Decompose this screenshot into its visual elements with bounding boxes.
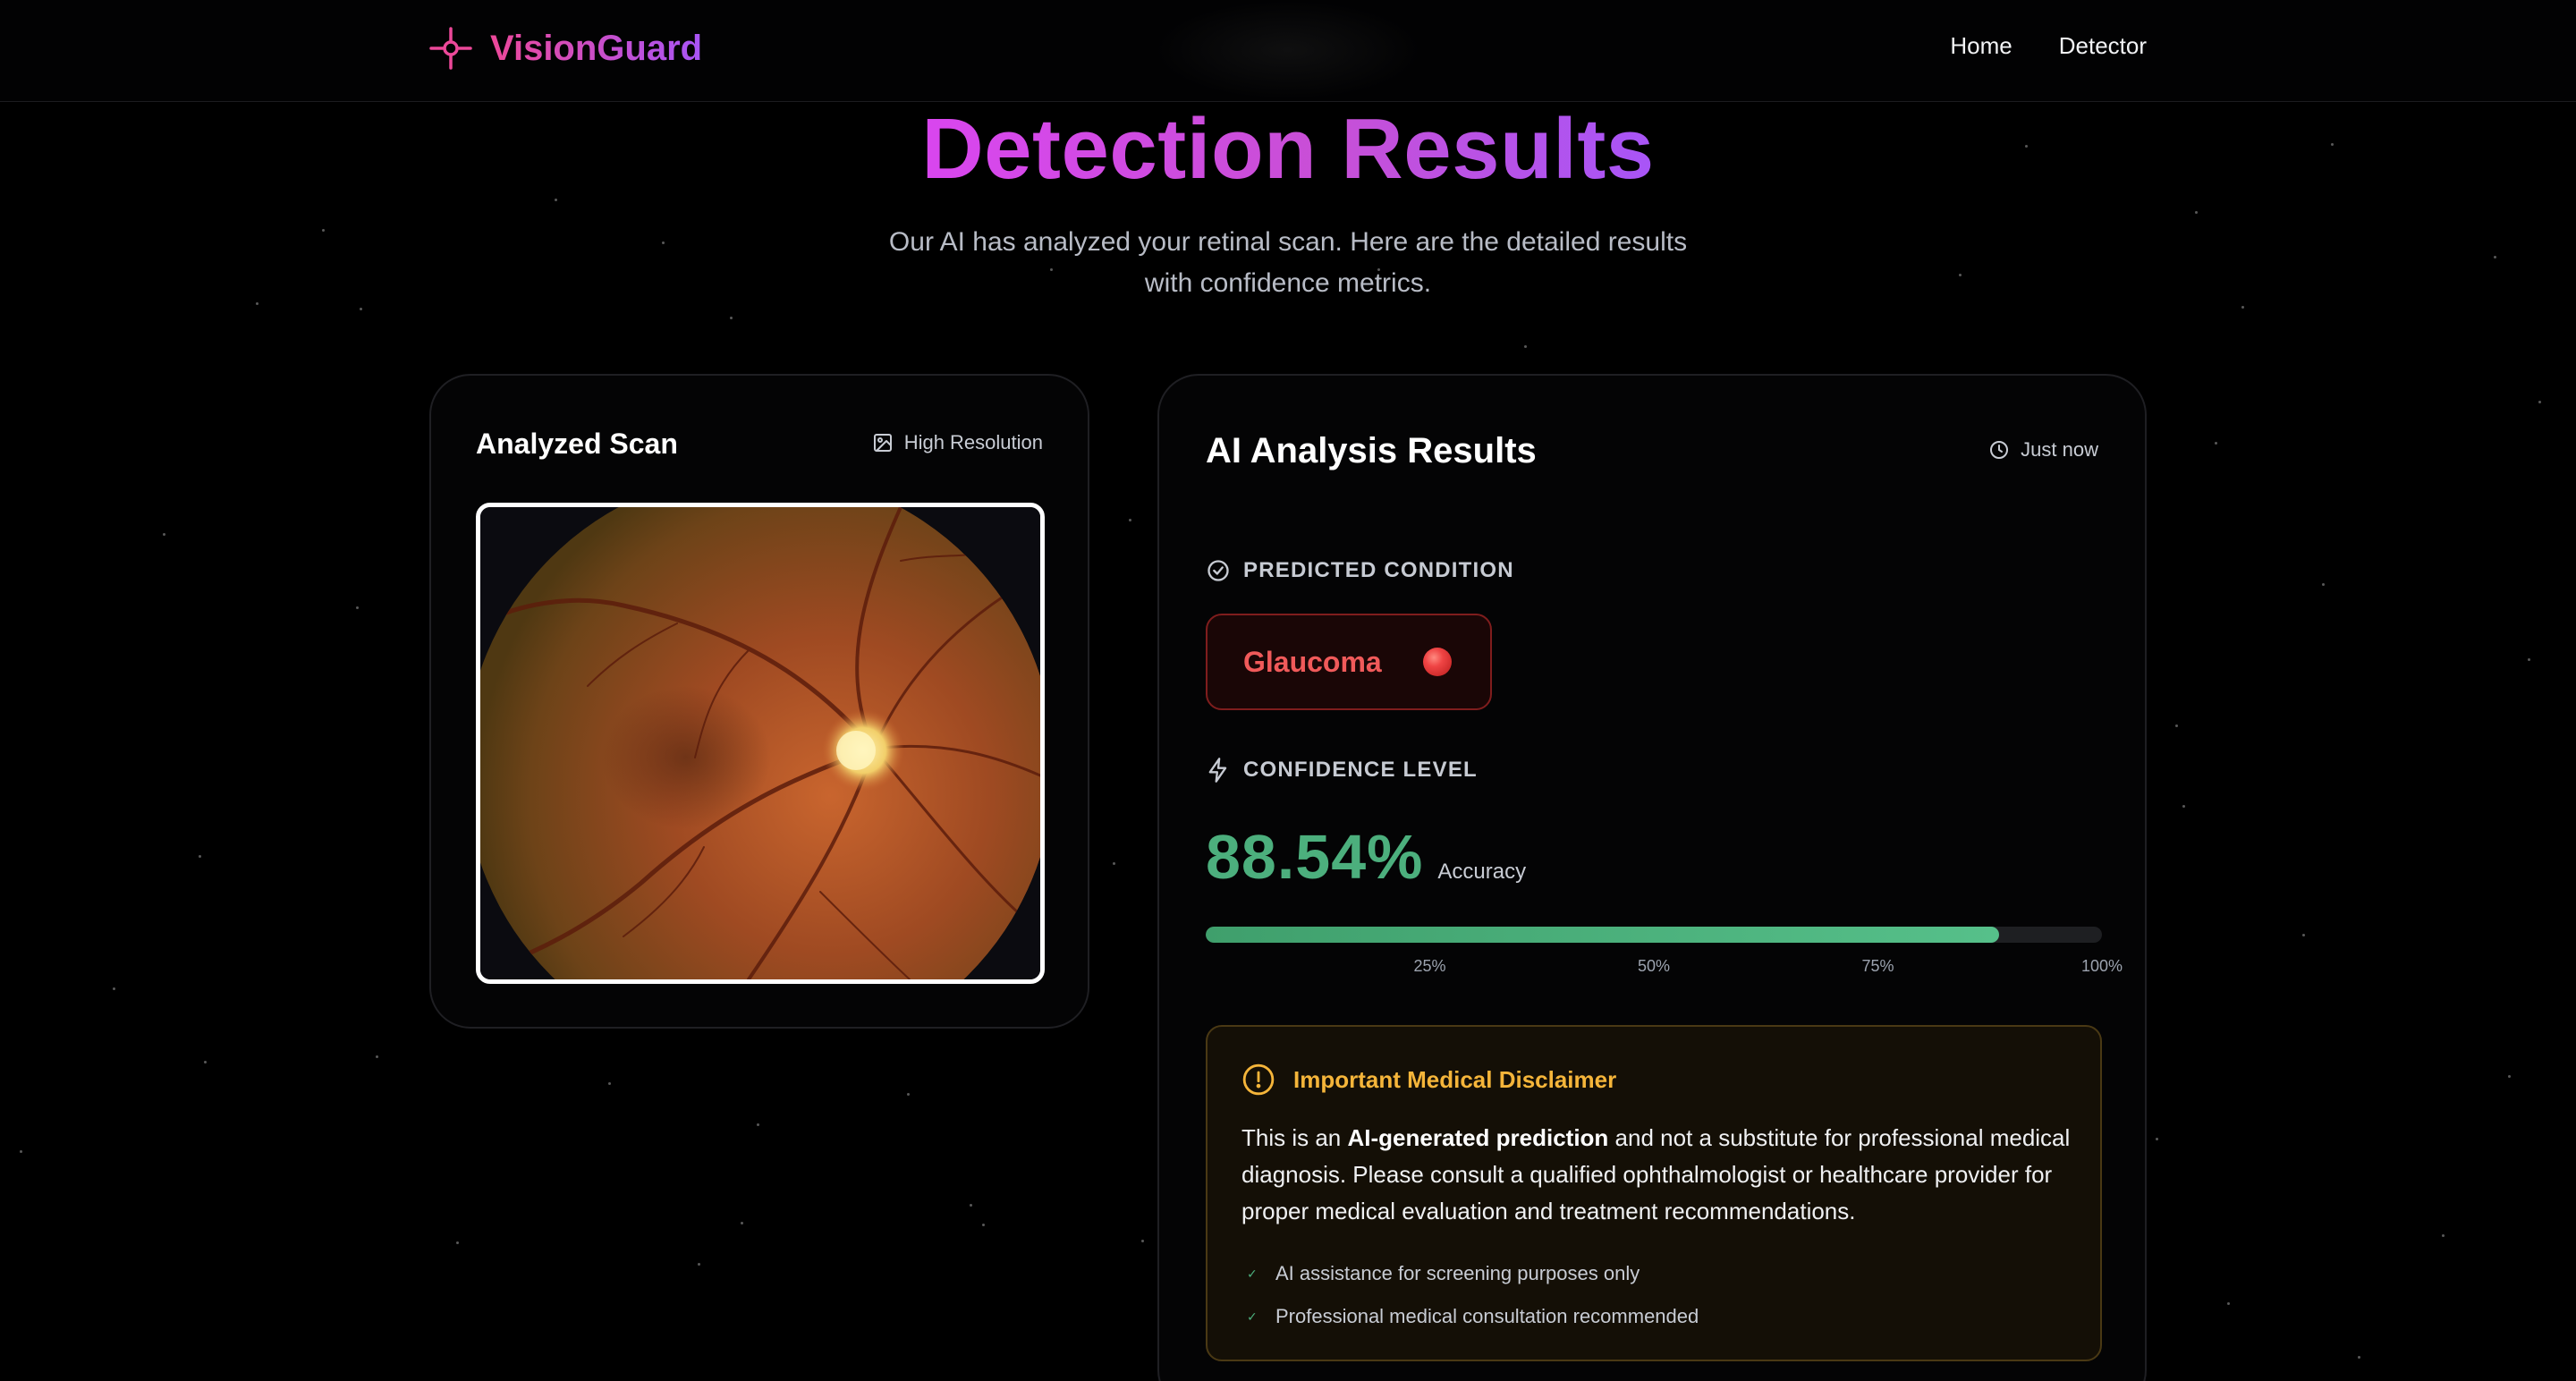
nav-link-detector[interactable]: Detector — [2059, 32, 2147, 60]
alert-circle-icon — [1242, 1063, 1275, 1096]
confidence-progress-bar — [1206, 927, 2102, 943]
retina-scan-image — [476, 503, 1045, 984]
retina-fundus-image — [480, 507, 1040, 979]
page-subtitle-line-1: Our AI has analyzed your retinal scan. H… — [888, 227, 1688, 257]
predicted-condition-label-text: PREDICTED CONDITION — [1243, 558, 1514, 582]
page: VisionGuard Home Detector Detection Resu… — [0, 0, 2576, 1381]
ai-analysis-results-card: AI Analysis Results Just now PREDICTED C… — [1157, 374, 2147, 1381]
timestamp-label: Just now — [2021, 438, 2098, 461]
results-card-title: AI Analysis Results — [1206, 431, 1537, 470]
confidence-value: 88.54% — [1206, 822, 1424, 892]
image-icon — [873, 434, 892, 452]
page-subtitle: Our AI has analyzed your retinal scan. H… — [859, 222, 1717, 304]
list-item: ✓ AI assistance for screening purposes o… — [1247, 1252, 1699, 1295]
analyzed-scan-card: Analyzed Scan High Resolution — [429, 374, 1089, 1029]
confidence-readout: 88.54% Accuracy — [1206, 821, 1526, 893]
condition-name: Glaucoma — [1243, 645, 1382, 678]
page-title: Detection Results — [0, 100, 2576, 199]
page-subtitle-line-2: with confidence metrics. — [1144, 268, 1432, 298]
confidence-level-label-text: CONFIDENCE LEVEL — [1243, 758, 1478, 782]
disclaimer-list: ✓ AI assistance for screening purposes o… — [1247, 1252, 1699, 1338]
resolution-badge: High Resolution — [872, 431, 1043, 454]
scale-tick-75: 75% — [1861, 957, 1894, 975]
disclaimer-text-bold: AI-generated prediction — [1347, 1124, 1609, 1151]
confidence-scale: 25% 50% 75% 100% — [1206, 957, 2123, 979]
predicted-condition-label: PREDICTED CONDITION — [1206, 558, 1514, 583]
disclaimer-heading: Important Medical Disclaimer — [1241, 1063, 1616, 1097]
confidence-level-label: CONFIDENCE LEVEL — [1206, 757, 1478, 784]
crosshair-logo-icon — [429, 27, 472, 70]
disclaimer-text: This is an AI-generated prediction and n… — [1241, 1120, 2073, 1230]
scale-tick-50: 50% — [1637, 957, 1671, 975]
list-item: ✓ Professional medical consultation reco… — [1247, 1295, 1699, 1338]
lightning-icon — [1208, 758, 1227, 783]
brand-name: VisionGuard — [490, 28, 703, 68]
clock-icon — [1990, 441, 2009, 459]
nav-glow — [1154, 0, 1422, 100]
check-icon: ✓ — [1247, 1266, 1258, 1281]
scale-tick-100: 100% — [2080, 957, 2123, 975]
scale-tick-25: 25% — [1413, 957, 1446, 975]
nav-link-home[interactable]: Home — [1950, 32, 2012, 60]
confidence-caption: Accuracy — [1437, 860, 1527, 884]
page-title-text: Detection Results — [921, 101, 1655, 197]
confidence-progress-fill — [1206, 927, 2000, 943]
top-navbar: VisionGuard Home Detector — [0, 0, 2576, 102]
timestamp-badge: Just now — [1988, 438, 2098, 462]
predicted-condition-badge: Glaucoma — [1206, 614, 1492, 710]
disclaimer-item-text: AI assistance for screening purposes onl… — [1275, 1262, 1640, 1284]
medical-disclaimer-box: Important Medical Disclaimer This is an … — [1206, 1025, 2102, 1361]
nav-links: Home Detector — [1950, 32, 2147, 60]
disclaimer-title: Important Medical Disclaimer — [1293, 1065, 1617, 1093]
scan-card-title: Analyzed Scan — [476, 428, 678, 460]
check-circle-icon — [1208, 560, 1229, 581]
resolution-badge-label: High Resolution — [903, 431, 1043, 453]
disclaimer-item-text: Professional medical consultation recomm… — [1275, 1305, 1699, 1327]
severity-indicator-dot — [1422, 648, 1452, 676]
check-icon: ✓ — [1247, 1309, 1258, 1324]
disclaimer-text-prefix: This is an — [1241, 1124, 1348, 1151]
brand-logo-link[interactable]: VisionGuard — [428, 21, 702, 75]
